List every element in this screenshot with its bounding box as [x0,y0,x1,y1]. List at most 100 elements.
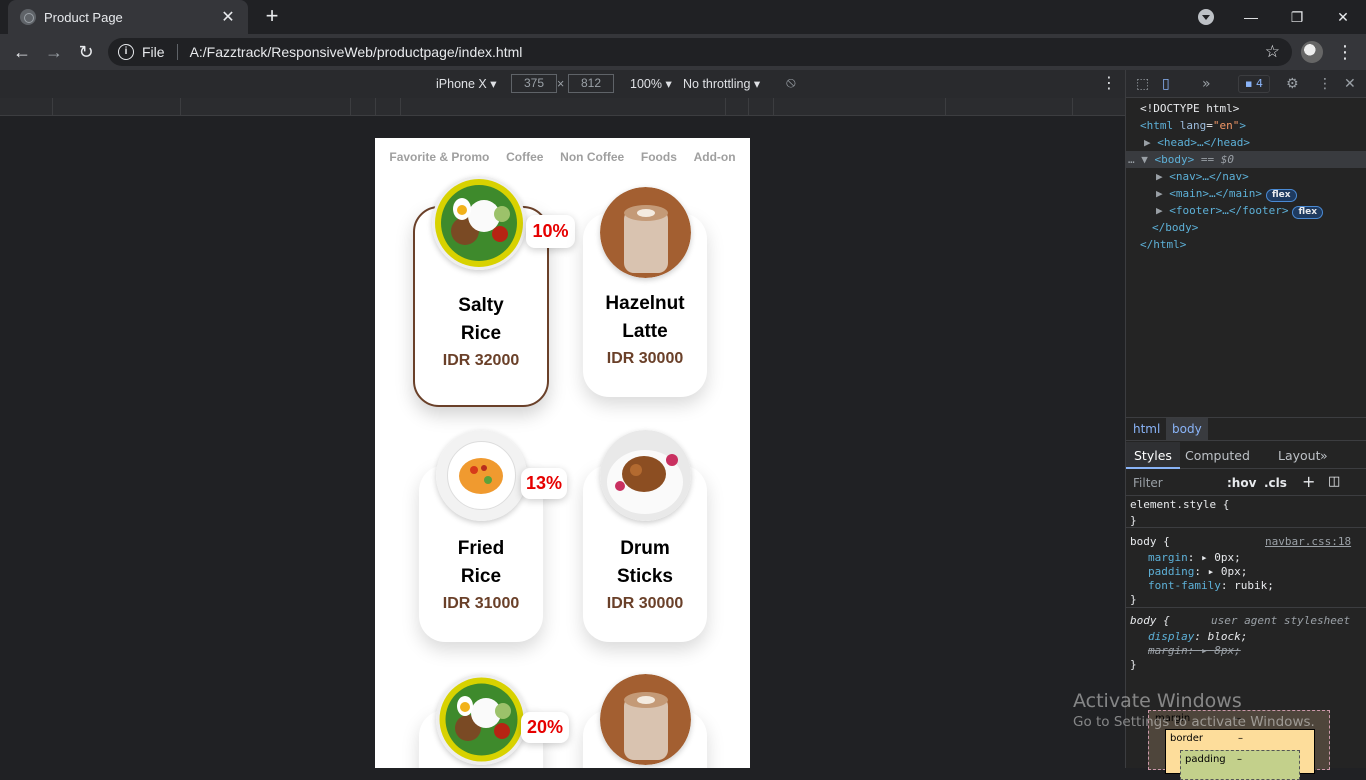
box-model-padding: padding – [1180,750,1300,780]
element-style-rule[interactable]: element.style { [1130,498,1229,512]
nav-add-on[interactable]: Add-on [694,150,736,164]
fried-noodles-image [436,430,527,521]
dom-body-close[interactable]: </body> [1152,219,1198,236]
css-declaration[interactable]: padding: ▸ 0px; [1148,565,1247,579]
close-window-button[interactable]: ✕ [1320,0,1366,34]
dom-html[interactable]: <html lang="en"> [1140,117,1246,134]
breadcrumb-html[interactable]: html [1133,422,1160,436]
media-query-bar[interactable] [0,98,1125,116]
styles-filter-input[interactable]: Filter [1133,476,1163,490]
body-tag: <body> [1154,153,1195,166]
device-name: iPhone X [436,77,487,91]
reload-icon[interactable]: ↻ [74,40,98,64]
device-toggle-icon[interactable]: ▯ [1162,76,1170,92]
rotate-icon[interactable]: ⦸ [786,74,796,91]
dom-body[interactable]: … ▼ <body> == $0 [1128,151,1234,168]
device-viewport: Favorite & Promo Coffee Non Coffee Foods… [375,138,750,768]
height-input[interactable]: 812 [568,74,614,93]
ua-rule-selector[interactable]: body { [1130,614,1170,628]
hov-toggle[interactable]: :hov [1227,476,1256,490]
devtools-close-icon[interactable]: ✕ [1344,76,1356,92]
css-declaration[interactable]: font-family: rubik; [1148,579,1274,593]
head-tag: <head>…</head> [1157,136,1250,149]
new-rule-icon[interactable]: + [1302,472,1315,491]
ua-rule-source: user agent stylesheet [1211,614,1351,627]
tab-product-page[interactable]: Product Page ✕ [8,0,248,34]
toggle-sidebar-icon[interactable]: ◫ [1328,474,1340,489]
body-rule-source[interactable]: navbar.css:18 [1265,535,1351,549]
restore-button[interactable]: ❐ [1274,0,1320,34]
nav-non-coffee[interactable]: Non Coffee [560,150,624,164]
windows-activation-watermark: Activate Windows Go to Settings to activ… [1073,690,1315,730]
body-selected-marker: == $0 [1200,153,1234,166]
css-value: block; [1207,630,1248,643]
omnibox-divider [176,44,178,60]
product-price: IDR 31000 [442,595,520,612]
breadcrumb-body[interactable]: body [1166,418,1208,440]
discount-badge: 13% [521,468,567,499]
bookmark-star-icon[interactable]: ☆ [1265,42,1280,62]
more-tabs-icon[interactable]: » [1202,76,1211,92]
browser-menu-icon[interactable]: ⋮ [1336,40,1354,64]
dom-html-close[interactable]: </html> [1140,236,1186,253]
nav-favorite-promo[interactable]: Favorite & Promo [389,150,489,164]
product-name-line1: Drum [620,538,670,559]
nav-foods[interactable]: Foods [641,150,677,164]
box-model-border-value: – [1238,733,1243,744]
dom-main[interactable]: ▶ <main>…</main> flex [1156,185,1297,202]
address-bar[interactable]: i File A:/Fazztrack/ResponsiveWeb/produc… [108,38,1292,66]
dom-head[interactable]: ▶ <head>…</head> [1144,134,1250,151]
tab-styles[interactable]: Styles [1126,442,1180,469]
new-tab-button[interactable]: + [260,5,284,29]
device-select[interactable]: iPhone X ▾ [436,76,496,91]
settings-gear-icon[interactable]: ⚙ [1286,76,1299,92]
css-prop: margin [1148,551,1188,564]
back-icon[interactable]: ← [10,40,34,64]
discount-badge: 10% [526,215,575,248]
latte-image [600,674,691,765]
url-text[interactable]: A:/Fazztrack/ResponsiveWeb/productpage/i… [190,44,523,60]
product-name-line2: Latte [622,321,668,342]
zoom-select[interactable]: 100% ▾ [630,76,672,91]
more-subtabs-icon[interactable]: » [1320,448,1328,463]
issues-counter[interactable]: ▪ 4 [1238,75,1270,93]
devtools-menu-icon[interactable]: ⋮ [1318,76,1332,92]
css-declaration-overridden[interactable]: margin: ▸ 8px; [1148,644,1241,658]
nav-coffee[interactable]: Coffee [506,150,543,164]
nasi-lemak-image [436,674,527,765]
dom-footer[interactable]: ▶ <footer>…</footer> flex [1156,202,1324,219]
info-icon[interactable]: i [118,44,134,60]
css-prop: font-family [1148,579,1221,592]
inspect-element-icon[interactable]: ⬚ [1136,76,1149,92]
dom-nav[interactable]: ▶ <nav>…</nav> [1156,168,1249,185]
flex-badge[interactable]: flex [1265,189,1297,202]
css-declaration[interactable]: display: block; [1148,630,1247,644]
css-declaration[interactable]: margin: ▸ 0px; [1148,551,1241,565]
dom-doctype[interactable]: <!DOCTYPE html> [1140,100,1239,117]
tab-computed[interactable]: Computed [1185,448,1250,463]
width-input[interactable]: 375 [511,74,557,93]
product-name-line2: Rice [460,566,502,587]
cls-toggle[interactable]: .cls [1264,476,1287,490]
css-value: 0px; [1220,565,1248,578]
tab-layout[interactable]: Layout [1278,448,1321,463]
watermark-subtitle: Go to Settings to activate Windows. [1073,714,1315,730]
dimension-times: × [557,77,565,91]
latte-image [600,187,691,278]
category-nav: Favorite & Promo Coffee Non Coffee Foods… [375,150,750,164]
tab-strip: Product Page ✕ + — ❐ ✕ [0,0,1366,34]
css-prop: padding [1148,565,1195,578]
styles-tabs: Styles Computed Layout » [1126,442,1366,469]
tab-search-icon[interactable] [1198,9,1214,25]
tab-close-icon[interactable]: ✕ [220,7,236,27]
forward-icon[interactable]: → [42,40,66,64]
doctype-text: <!DOCTYPE html> [1140,102,1240,115]
body-rule-selector[interactable]: body { [1130,535,1170,549]
minimize-button[interactable]: — [1228,0,1274,34]
device-toolbar-more-icon[interactable]: ⋮ [1101,73,1117,93]
drum-sticks-image [600,430,691,521]
box-model-border: border – padding – [1165,729,1315,780]
throttling-select[interactable]: No throttling ▾ [683,76,760,91]
profile-avatar[interactable] [1301,41,1323,63]
flex-badge[interactable]: flex [1292,206,1324,219]
